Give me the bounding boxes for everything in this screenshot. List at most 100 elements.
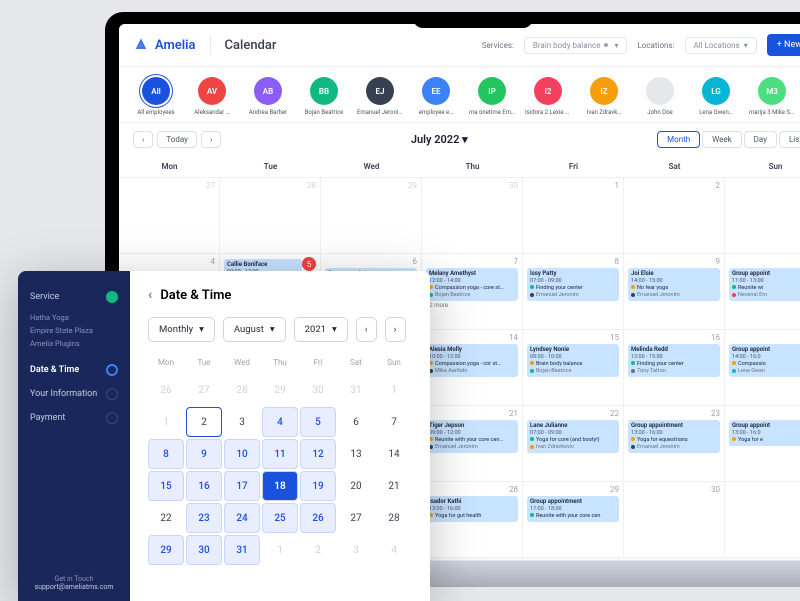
calendar-cell[interactable]: 17 Group appoint 14:00 - 16:0 Compassio … bbox=[725, 330, 800, 406]
calendar-event[interactable]: Tiger Jepson 09:00 - 12:00 Reunite with … bbox=[426, 420, 518, 453]
calendar-event[interactable]: Melany Amethyst 12:00 - 14:00 Compassion… bbox=[426, 268, 518, 301]
mini-day[interactable]: 27 bbox=[338, 503, 374, 533]
employee-chip[interactable]: I2Isidora 2 Lexie Eme bbox=[525, 77, 571, 116]
calendar-cell[interactable]: 23 Group appointment 13:00 - 16:00 Yoga … bbox=[624, 406, 725, 482]
mini-day[interactable]: 21 bbox=[376, 471, 412, 501]
mini-day[interactable]: 18 bbox=[262, 471, 298, 501]
calendar-event[interactable]: Alesia Molly 10:00 - 12:00 Compassion yo… bbox=[426, 344, 518, 377]
prev-button[interactable]: ‹ bbox=[133, 131, 153, 148]
mini-day[interactable]: 14 bbox=[376, 439, 412, 469]
mini-day[interactable]: 31 bbox=[224, 535, 260, 565]
calendar-event[interactable]: Group appointment 13:00 - 16:00 Yoga for… bbox=[628, 420, 720, 453]
next-month-button[interactable]: › bbox=[385, 317, 406, 342]
calendar-cell[interactable]: 21 Tiger Jepson 09:00 - 12:00 Reunite wi… bbox=[422, 406, 523, 482]
calendar-cell[interactable]: 16 Melinda Redd 12:00 - 15:00 Finding yo… bbox=[624, 330, 725, 406]
calendar-cell[interactable]: 14 Alesia Molly 10:00 - 12:00 Compassion… bbox=[422, 330, 523, 406]
step-service[interactable]: Service bbox=[30, 285, 118, 309]
calendar-cell[interactable]: 1 bbox=[523, 178, 624, 254]
month-label[interactable]: July 2022 ▾ bbox=[411, 133, 468, 146]
calendar-event[interactable]: Group appoint 14:00 - 16:0 Compassio Len… bbox=[729, 344, 800, 377]
view-list[interactable]: List bbox=[779, 131, 800, 148]
back-icon[interactable]: ‹ bbox=[148, 287, 152, 303]
locations-select[interactable]: All Locations ▾ bbox=[685, 37, 757, 54]
calendar-event[interactable]: Lane Julianne 07:00 - 09:00 Yoga for cor… bbox=[527, 420, 619, 453]
employee-chip[interactable]: EEemployee e… bbox=[413, 77, 459, 116]
employee-chip[interactable]: IZIvan Zdravk… bbox=[581, 77, 627, 116]
mini-day[interactable]: 3 bbox=[224, 407, 260, 437]
employee-chip[interactable]: M3marija 3 Mike Sober bbox=[749, 77, 795, 116]
employee-chip[interactable]: AllAll employees bbox=[133, 77, 179, 116]
view-day[interactable]: Day bbox=[744, 131, 777, 148]
mini-day[interactable]: 20 bbox=[338, 471, 374, 501]
calendar-cell[interactable]: 22 Lane Julianne 07:00 - 09:00 Yoga for … bbox=[523, 406, 624, 482]
mini-day[interactable]: 28 bbox=[376, 503, 412, 533]
subitem[interactable]: Hatha Yoga bbox=[30, 311, 118, 324]
mini-day[interactable]: 25 bbox=[262, 503, 298, 533]
mini-day[interactable]: 2 bbox=[186, 407, 222, 437]
mini-day[interactable]: 30 bbox=[186, 535, 222, 565]
calendar-event[interactable]: Issy Patty 07:00 - 09:00 Finding your ce… bbox=[527, 268, 619, 301]
next-button[interactable]: › bbox=[201, 131, 221, 148]
mini-day[interactable]: 29 bbox=[148, 535, 184, 565]
employee-chip[interactable]: LGLena Gwen… bbox=[693, 77, 739, 116]
brand-logo[interactable]: Amelia bbox=[133, 37, 196, 53]
calendar-cell[interactable]: 29 bbox=[321, 178, 422, 254]
calendar-event[interactable]: Joi Elsie 14:00 - 15:00 No fear yoga Ema… bbox=[628, 268, 720, 301]
more-events[interactable]: +2 more bbox=[426, 302, 518, 309]
calendar-cell[interactable]: 28 bbox=[220, 178, 321, 254]
step-payment[interactable]: Payment bbox=[30, 406, 118, 430]
subitem[interactable]: Amelia Plugins bbox=[30, 337, 118, 350]
employee-chip[interactable]: ABAndrea Barber bbox=[245, 77, 291, 116]
employee-chip[interactable]: AVAleksandar … bbox=[189, 77, 235, 116]
employee-chip[interactable]: IPma onetime Emily Eme bbox=[469, 77, 515, 116]
calendar-event[interactable]: Isador Kathi 13:00 - 16:00 Yoga for gut … bbox=[426, 496, 518, 522]
contact-email[interactable]: support@ameliatms.com bbox=[18, 583, 130, 591]
calendar-cell[interactable]: 30 bbox=[624, 482, 725, 558]
year-select[interactable]: 2021 ▾ bbox=[294, 317, 348, 342]
mini-day[interactable]: 17 bbox=[224, 471, 260, 501]
view-month[interactable]: Month bbox=[657, 131, 700, 148]
month-select[interactable]: August ▾ bbox=[223, 317, 286, 342]
calendar-event[interactable]: Group appoint 11:00 - 13:00 Reunite wi N… bbox=[729, 268, 800, 301]
calendar-cell[interactable]: 24 Group appoint 13:00 - 16:0 Yoga for e bbox=[725, 406, 800, 482]
employee-chip[interactable]: John Doe bbox=[637, 77, 683, 116]
mini-day[interactable]: 12 bbox=[300, 439, 336, 469]
calendar-cell[interactable]: 28 Isador Kathi 13:00 - 16:00 Yoga for g… bbox=[422, 482, 523, 558]
calendar-cell[interactable]: 2 bbox=[624, 178, 725, 254]
mini-day[interactable]: 9 bbox=[186, 439, 222, 469]
mini-day[interactable]: 7 bbox=[376, 407, 412, 437]
mini-day[interactable]: 5 bbox=[300, 407, 336, 437]
calendar-cell[interactable]: 31 bbox=[725, 482, 800, 558]
step-datetime[interactable]: Date & Time bbox=[30, 358, 118, 382]
calendar-cell[interactable]: 8 Issy Patty 07:00 - 09:00 Finding your … bbox=[523, 254, 624, 330]
calendar-event[interactable]: Lyndsey Nonie 08:00 - 10:00 Brain body b… bbox=[527, 344, 619, 377]
mini-day[interactable]: 22 bbox=[148, 503, 184, 533]
today-button[interactable]: Today bbox=[157, 131, 197, 148]
mini-day[interactable]: 16 bbox=[186, 471, 222, 501]
mini-day[interactable]: 15 bbox=[148, 471, 184, 501]
subitem[interactable]: Empire State Plaza bbox=[30, 324, 118, 337]
calendar-cell[interactable]: 29 Group appointment 17:00 - 18:00 Reuni… bbox=[523, 482, 624, 558]
calendar-cell[interactable]: 27 bbox=[119, 178, 220, 254]
calendar-cell[interactable]: 3 bbox=[725, 178, 800, 254]
mini-day[interactable]: 24 bbox=[224, 503, 260, 533]
new-button[interactable]: + New bbox=[767, 34, 800, 56]
prev-month-button[interactable]: ‹ bbox=[356, 317, 377, 342]
calendar-cell[interactable]: 9 Joi Elsie 14:00 - 15:00 No fear yoga E… bbox=[624, 254, 725, 330]
calendar-cell[interactable]: 7 Melany Amethyst 12:00 - 14:00 Compassi… bbox=[422, 254, 523, 330]
mini-day[interactable]: 19 bbox=[300, 471, 336, 501]
mini-day[interactable]: 10 bbox=[224, 439, 260, 469]
calendar-event[interactable]: Group appoint 13:00 - 16:0 Yoga for e bbox=[729, 420, 800, 446]
mini-day[interactable]: 13 bbox=[338, 439, 374, 469]
mini-day[interactable]: 11 bbox=[262, 439, 298, 469]
calendar-cell[interactable]: 10 Group appoint 11:00 - 13:00 Reunite w… bbox=[725, 254, 800, 330]
employee-chip[interactable]: BBBojan Beatrice bbox=[301, 77, 347, 116]
mini-day[interactable]: 6 bbox=[338, 407, 374, 437]
calendar-cell[interactable]: 30 bbox=[422, 178, 523, 254]
recurrence-select[interactable]: Monthly ▾ bbox=[148, 317, 215, 342]
calendar-event[interactable]: Melinda Redd 12:00 - 15:00 Finding your … bbox=[628, 344, 720, 377]
mini-day[interactable]: 26 bbox=[300, 503, 336, 533]
services-select[interactable]: Brain body balance ▾ bbox=[524, 37, 628, 54]
view-week[interactable]: Week bbox=[702, 131, 742, 148]
mini-day[interactable]: 8 bbox=[148, 439, 184, 469]
